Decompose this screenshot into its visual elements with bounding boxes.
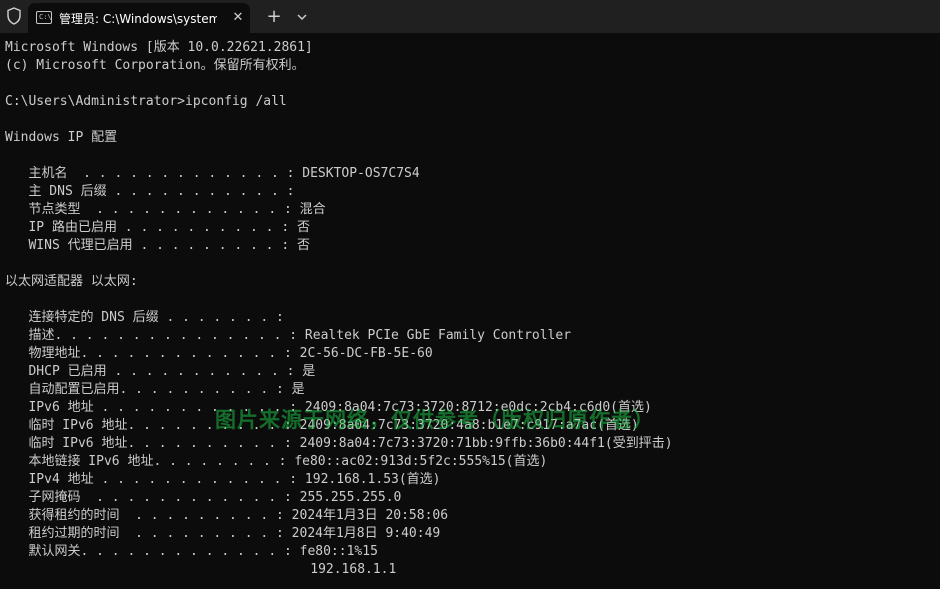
watermark-overlay: 图片来源于网络，仅供参考（版权归原作者） <box>215 408 655 432</box>
console-line: 获得租约的时间 . . . . . . . . . : 2024年1月3日 20… <box>5 508 449 523</box>
title-bar: C:\ 管理员: C:\Windows\system32\cmd.exe ✕ + <box>0 0 940 33</box>
console-line: 描述. . . . . . . . . . . . . . . : Realte… <box>5 328 572 343</box>
shield-icon <box>7 7 21 25</box>
console-line: 自动配置已启用. . . . . . . . . . : 是 <box>5 382 305 397</box>
terminal-tab[interactable]: C:\ 管理员: C:\Windows\system32\cmd.exe ✕ <box>28 3 250 33</box>
console-output[interactable]: Microsoft Windows [版本 10.0.22621.2861] (… <box>0 33 940 589</box>
console-line: 连接特定的 DNS 后缀 . . . . . . . : <box>5 310 284 325</box>
console-line: (c) Microsoft Corporation。保留所有权利。 <box>5 58 305 73</box>
chevron-down-icon[interactable] <box>292 6 312 28</box>
console-line: 临时 IPv6 地址. . . . . . . . . . : 2409:8a0… <box>5 436 673 451</box>
console-line: Microsoft Windows [版本 10.0.22621.2861] <box>5 40 313 55</box>
console-line: 主 DNS 后缀 . . . . . . . . . . . : <box>5 184 295 199</box>
console-line: Windows IP 配置 <box>5 130 118 145</box>
console-line: 默认网关. . . . . . . . . . . . . : fe80::1%… <box>5 544 378 559</box>
cmd-icon: C:\ <box>36 11 52 24</box>
console-line: IPv4 地址 . . . . . . . . . . . . : 192.16… <box>5 472 441 487</box>
console-line: DHCP 已启用 . . . . . . . . . . . : 是 <box>5 364 316 379</box>
console-line: C:\Users\Administrator>ipconfig /all <box>5 94 287 109</box>
close-icon[interactable]: ✕ <box>229 9 247 27</box>
console-line: 主机名 . . . . . . . . . . . . . : DESKTOP-… <box>5 166 420 181</box>
cmd-icon-label: C:\ <box>39 13 52 21</box>
plus-icon[interactable]: + <box>263 6 285 28</box>
tab-title: 管理员: C:\Windows\system32\cmd.exe <box>59 12 217 26</box>
console-line: WINS 代理已启用 . . . . . . . . . : 否 <box>5 238 310 253</box>
console-line: 以太网适配器 以太网: <box>5 274 138 289</box>
console-line: 192.168.1.1 <box>5 562 397 577</box>
console-line: 节点类型 . . . . . . . . . . . . : 混合 <box>5 202 326 217</box>
console-line: 租约过期的时间 . . . . . . . . . : 2024年1月8日 9:… <box>5 526 441 541</box>
console-line: 子网掩码 . . . . . . . . . . . . : 255.255.2… <box>5 490 402 505</box>
console-line: 本地链接 IPv6 地址. . . . . . . . : fe80::ac02… <box>5 454 548 469</box>
console-line: IP 路由已启用 . . . . . . . . . . : 否 <box>5 220 310 235</box>
console-line: 物理地址. . . . . . . . . . . . . : 2C-56-DC… <box>5 346 433 361</box>
